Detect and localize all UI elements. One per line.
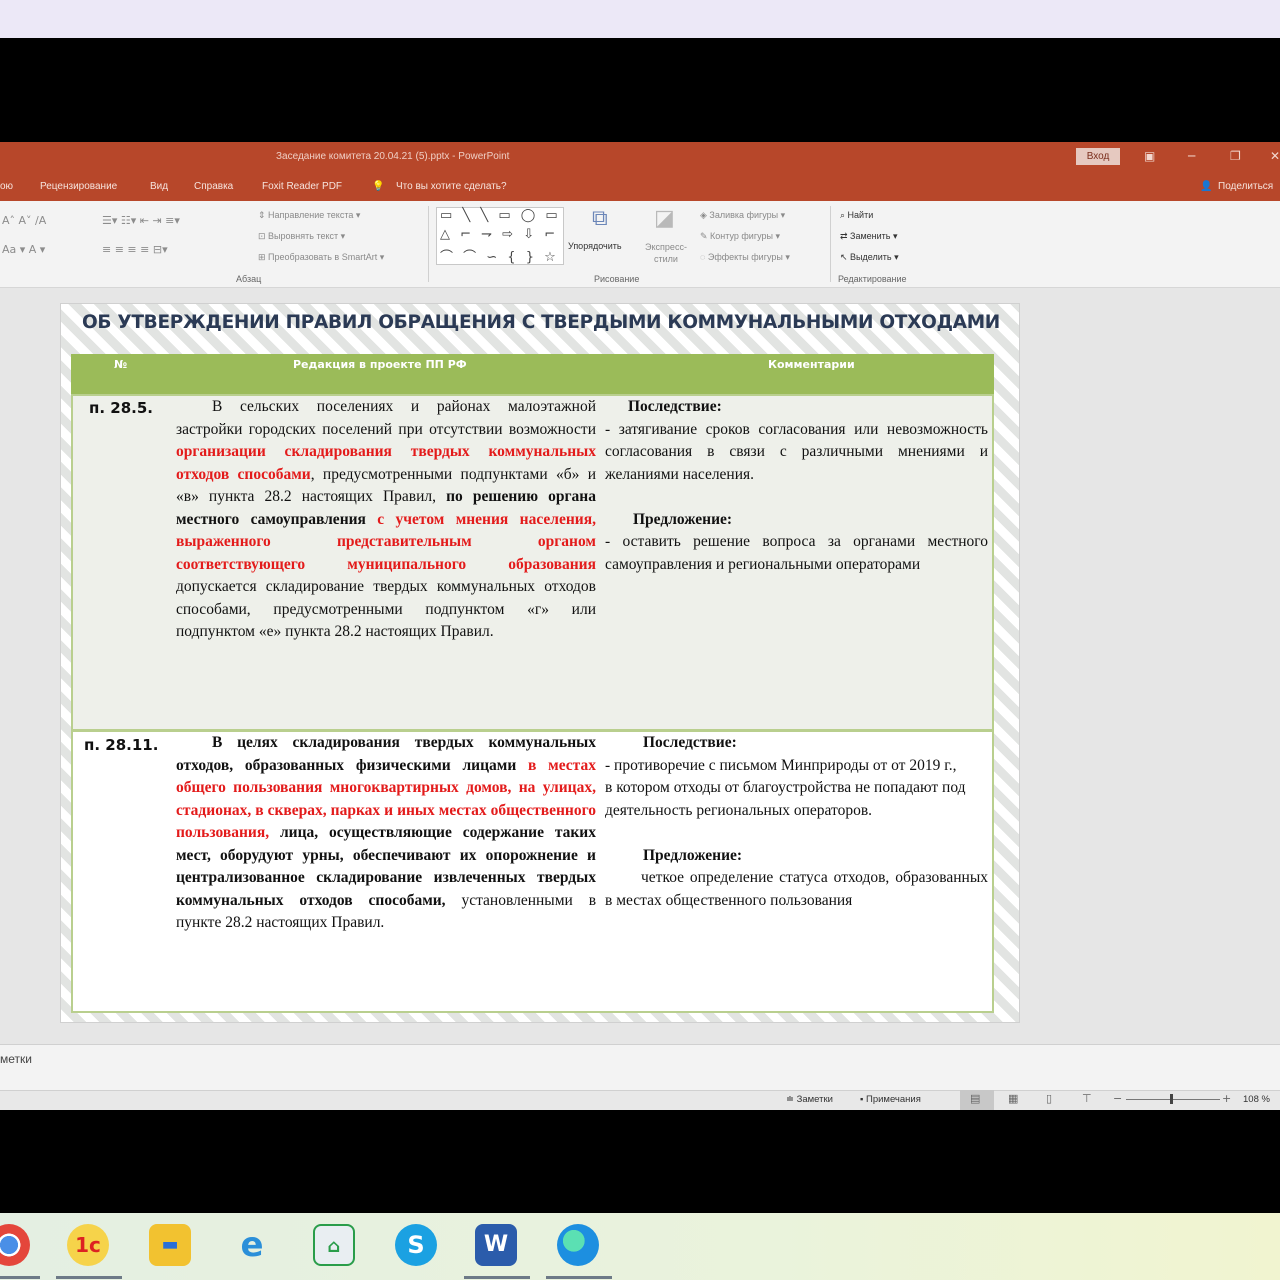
select-button[interactable]: ↖ Выделить ▾ bbox=[840, 252, 899, 263]
replace-button[interactable]: ⇄ Заменить ▾ bbox=[840, 231, 898, 242]
shapes-row-3[interactable]: ⌒ ⌒ ∽ { } ☆ bbox=[440, 246, 559, 265]
menu-tab-foxit[interactable]: Foxit Reader PDF bbox=[262, 181, 342, 192]
minimize-icon[interactable]: ─ bbox=[1188, 149, 1195, 163]
shapes-row-2[interactable]: △ ⌐ ⇁ ⇨ ⇩ ⌐ bbox=[440, 227, 558, 242]
share-button[interactable]: Поделиться bbox=[1218, 181, 1273, 192]
slide-sorter-icon[interactable]: ▦ bbox=[1008, 1092, 1018, 1105]
consequence-label: Последствие: bbox=[628, 398, 722, 415]
login-button[interactable]: Вход bbox=[1076, 148, 1120, 165]
notes-placeholder[interactable]: метки bbox=[0, 1052, 32, 1066]
skype-icon[interactable]: S bbox=[395, 1224, 437, 1266]
menu-bar bbox=[0, 173, 1280, 201]
convert-smartart-button[interactable]: ⊞ Преобразовать в SmartArt ▾ bbox=[258, 252, 384, 263]
table-header-row bbox=[71, 354, 994, 394]
edition-cell: В сельских поселениях и районах малоэтаж… bbox=[176, 396, 596, 644]
shape-outline-button[interactable]: ✎ Контур фигуры ▾ bbox=[700, 231, 780, 242]
find-button[interactable]: ⌕ Найти bbox=[840, 210, 873, 221]
row-number: п. 28.5. bbox=[89, 399, 153, 417]
comment-cell: Последствие: - затягивание сроков соглас… bbox=[605, 396, 988, 576]
consequence-text: - затягивание сроков согласования или не… bbox=[605, 420, 988, 483]
proposal-label: Предложение: bbox=[633, 510, 733, 528]
zoom-in-icon[interactable]: + bbox=[1222, 1092, 1231, 1105]
zoom-out-icon[interactable]: − bbox=[1113, 1092, 1122, 1105]
reading-view-icon[interactable]: ▯ bbox=[1046, 1092, 1052, 1105]
align-buttons-icon[interactable]: ≡ ≡ ≡ ≡ ⊟▾ bbox=[102, 243, 168, 256]
edition-text: допускается складирование твердых коммун… bbox=[176, 578, 596, 640]
list-buttons-icon[interactable]: ☰▾ ☷▾ ⇤ ⇥ ≡▾ bbox=[102, 214, 180, 227]
screen-border-top bbox=[0, 38, 1280, 142]
proposal-label: Предложение: bbox=[643, 846, 743, 864]
notes-pane[interactable] bbox=[0, 1044, 1280, 1090]
window-title: Заседание комитета 20.04.21 (5).pptx - P… bbox=[276, 151, 510, 162]
zoom-level[interactable]: 108 % bbox=[1243, 1094, 1270, 1105]
arrange-icon: ⧉ bbox=[592, 206, 608, 231]
active-app-indicator bbox=[56, 1276, 122, 1279]
arrange-button[interactable]: Упорядочить bbox=[568, 241, 622, 251]
notes-toggle[interactable]: ≐ Заметки bbox=[786, 1094, 833, 1105]
menu-tab-view[interactable]: Вид bbox=[150, 181, 168, 192]
quick-styles-icon: ◪ bbox=[654, 206, 675, 231]
row-number: п. 28.11. bbox=[84, 736, 159, 754]
ribbon-display-options-icon[interactable]: ▣ bbox=[1144, 149, 1155, 163]
edge-icon[interactable] bbox=[557, 1224, 599, 1266]
word-icon[interactable]: W bbox=[475, 1224, 517, 1266]
active-app-indicator bbox=[546, 1276, 612, 1279]
consequence-text: - противоречие с письмом Минприроды от о… bbox=[605, 756, 966, 819]
drawing-group-label: Рисование bbox=[594, 274, 640, 284]
share-icon: 👤 bbox=[1200, 181, 1213, 192]
menu-tab-help[interactable]: Справка bbox=[194, 181, 233, 192]
restore-icon[interactable]: ❐ bbox=[1230, 149, 1241, 163]
consequence-label: Последствие: bbox=[643, 734, 737, 751]
1c-icon[interactable]: 1c bbox=[67, 1224, 109, 1266]
slide-title: ОБ УТВЕРЖДЕНИИ ПРАВИЛ ОБРАЩЕНИЯ С ТВЕРДЫ… bbox=[82, 312, 1000, 333]
close-icon[interactable]: ✕ bbox=[1270, 149, 1280, 163]
editing-group-label: Редактирование bbox=[838, 274, 907, 284]
proposal-text: - оставить решение вопроса за органами м… bbox=[605, 533, 988, 573]
screen-border-bottom bbox=[0, 1110, 1280, 1213]
menu-tab-slideshow[interactable]: ою bbox=[0, 181, 13, 192]
ribbon-separator bbox=[428, 206, 429, 282]
header-num: № bbox=[114, 358, 128, 371]
comments-toggle[interactable]: ▪ Примечания bbox=[860, 1094, 921, 1105]
quick-styles-button[interactable]: Экспресс-стили bbox=[640, 241, 692, 265]
edition-cell: В целях складирования твердых коммунальн… bbox=[176, 732, 596, 935]
internet-explorer-icon[interactable]: e bbox=[231, 1224, 273, 1266]
scanner-icon[interactable]: ⌂ bbox=[313, 1224, 355, 1266]
menu-tab-review[interactable]: Рецензирование bbox=[40, 181, 117, 192]
proposal-text: четкое определение статуса отходов, обра… bbox=[605, 869, 988, 909]
active-app-indicator bbox=[464, 1276, 530, 1279]
text-direction-button[interactable]: ⇕ Направление текста ▾ bbox=[258, 210, 360, 221]
slideshow-view-icon[interactable]: ⊤ bbox=[1082, 1092, 1092, 1105]
tell-me-search[interactable]: Что вы хотите сделать? bbox=[396, 181, 507, 192]
lightbulb-icon: 💡 bbox=[372, 181, 385, 192]
top-strip bbox=[0, 0, 1280, 38]
edition-text: В сельских поселениях и районах малоэтаж… bbox=[176, 398, 596, 438]
align-text-button[interactable]: ⊡ Выровнять текст ▾ bbox=[258, 231, 345, 242]
taskbar bbox=[0, 1213, 1280, 1280]
font-size-up-icon[interactable]: A˄ A˅ ∕A bbox=[2, 214, 46, 227]
paragraph-group-label: Абзац bbox=[236, 274, 262, 284]
comment-cell: Последствие: - противоречие с письмом Ми… bbox=[605, 732, 988, 912]
shape-fill-button[interactable]: ◈ Заливка фигуры ▾ bbox=[700, 210, 785, 221]
active-app-indicator bbox=[0, 1276, 40, 1279]
zoom-slider-thumb[interactable] bbox=[1170, 1094, 1174, 1104]
normal-view-icon[interactable]: ▤ bbox=[970, 1092, 980, 1105]
shape-effects-button[interactable]: ◌ Эффекты фигуры ▾ bbox=[700, 252, 790, 263]
shapes-row-1[interactable]: ▭ ╲ ╲ ▭ ◯ ▭ bbox=[440, 208, 561, 223]
ribbon-separator-2 bbox=[830, 206, 831, 282]
header-edition: Редакция в проекте ПП РФ bbox=[293, 358, 467, 371]
header-comments: Комментарии bbox=[768, 358, 855, 371]
font-case-icon[interactable]: Aa ▾ A ▾ bbox=[2, 243, 45, 256]
file-explorer-icon[interactable]: ▬ bbox=[149, 1224, 191, 1266]
